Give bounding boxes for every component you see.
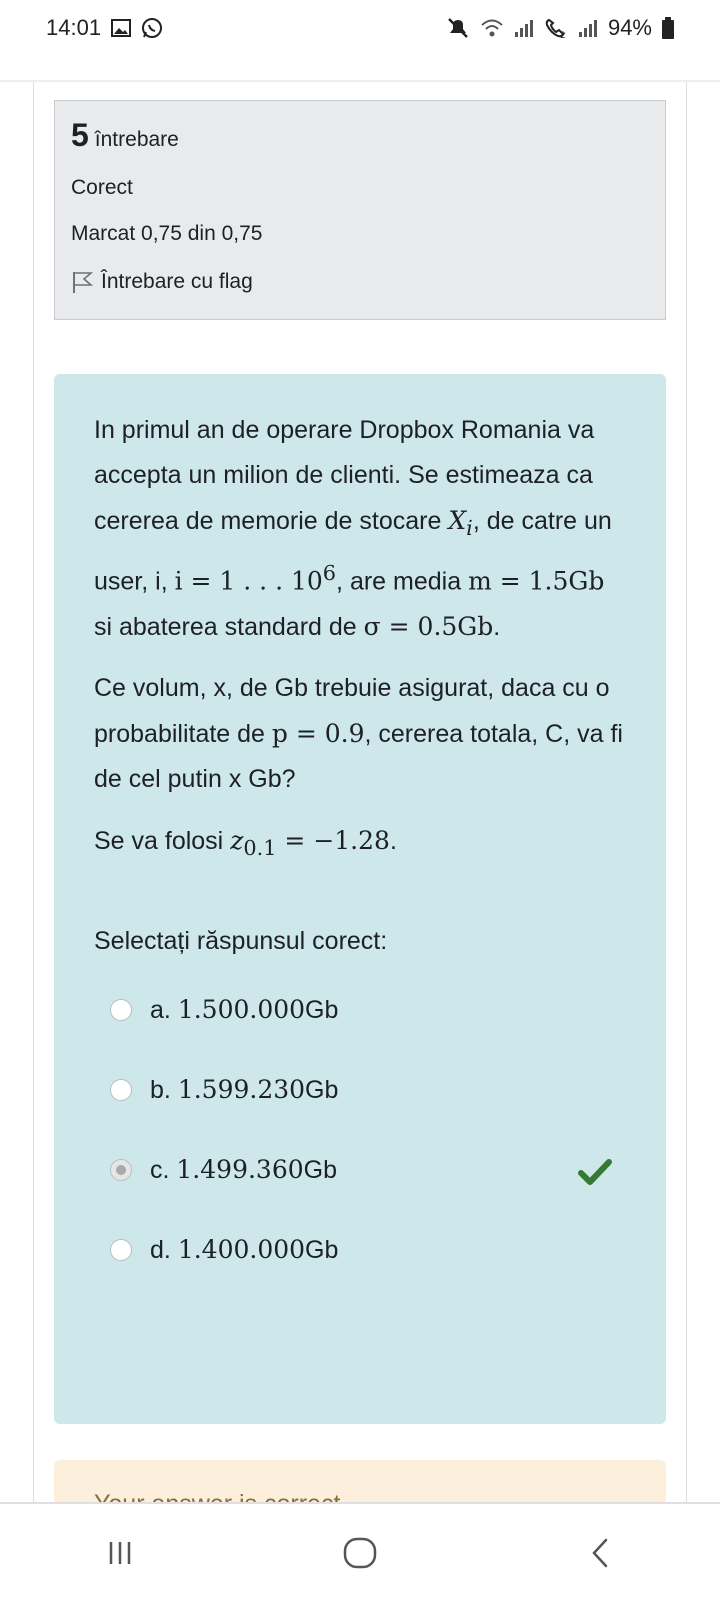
back-icon <box>592 1538 608 1568</box>
q-text-part: Se va folosi <box>94 827 231 856</box>
answer-unit: Gb <box>305 996 339 1025</box>
status-left: 14:01 <box>46 15 163 41</box>
q-text-part: . <box>493 613 501 642</box>
math-mean: m = 1.5Gb <box>468 566 605 596</box>
answer-list: a. 1.500.000Gb b. 1.599.230Gb c. 1.499.3… <box>94 970 626 1290</box>
signal-2-icon <box>578 18 598 38</box>
answer-value: 1.400.000 <box>177 1235 306 1265</box>
q-text-part: si abaterea standard de <box>94 613 364 642</box>
gallery-icon <box>111 19 132 37</box>
mute-icon <box>446 17 470 39</box>
question-content-box: In primul an de operare Dropbox Romania … <box>54 374 666 1424</box>
answer-letter: b. <box>150 1076 171 1105</box>
answer-unit: Gb <box>305 1076 339 1105</box>
flag-icon <box>71 270 93 294</box>
answer-value: 1.499.360 <box>176 1155 304 1185</box>
flag-question-label: Întrebare cu flag <box>101 270 253 293</box>
answer-text: d. 1.400.000Gb <box>150 1227 338 1273</box>
question-number-value: 5 <box>71 117 89 153</box>
math-z-sub: 0.1 <box>243 836 277 861</box>
question-paragraph-1: In primul an de operare Dropbox Romania … <box>94 408 626 650</box>
answer-letter: d. <box>150 1236 171 1265</box>
question-state: Corect <box>71 176 133 199</box>
answer-unit: Gb <box>303 1156 337 1185</box>
radio-button-selected[interactable] <box>110 1159 132 1182</box>
math-z-value: = −1.28 <box>276 826 390 856</box>
radio-button[interactable] <box>110 1239 132 1262</box>
answer-text: a. 1.500.000Gb <box>150 987 338 1033</box>
question-grade: Marcat 0,75 din 0,75 <box>71 222 263 245</box>
answer-letter: a. <box>150 996 171 1025</box>
call-sim2-icon: 2 <box>544 17 568 39</box>
question-paragraph-3: Se va folosi z0.1 = −1.28. <box>94 818 626 871</box>
content-frame-left <box>33 82 34 1502</box>
math-sigma: σ = 0.5Gb <box>363 612 494 642</box>
q-text-part: , are media <box>336 567 469 596</box>
flag-question-button[interactable]: Întrebare cu flag <box>71 270 649 294</box>
question-info-box: 5 întrebare Corect Marcat 0,75 din 0,75 … <box>54 100 666 320</box>
math-probability: p = 0.9 <box>271 719 365 749</box>
answer-option-b[interactable]: b. 1.599.230Gb <box>94 1050 626 1130</box>
answer-option-c[interactable]: c. 1.499.360Gb <box>94 1130 626 1210</box>
answer-text: b. 1.599.230Gb <box>150 1067 338 1113</box>
back-button[interactable] <box>560 1523 640 1583</box>
correct-check-icon <box>578 1156 612 1201</box>
answer-text: c. 1.499.360Gb <box>150 1147 337 1193</box>
q-text-part: . <box>389 827 397 856</box>
answer-unit: Gb <box>305 1236 339 1265</box>
status-right: 2 94% <box>446 15 674 41</box>
status-bar: 14:01 2 94% <box>0 0 720 56</box>
answer-letter: c. <box>150 1156 170 1185</box>
answer-prompt: Selectați răspunsul corect: <box>94 927 388 956</box>
answer-option-d[interactable]: d. 1.400.000Gb <box>94 1210 626 1290</box>
navigation-bar <box>0 1502 720 1602</box>
battery-icon <box>662 17 674 39</box>
question-paragraph-2: Ce volum, x, de Gb trebuie asigurat, dac… <box>94 666 626 802</box>
battery-percentage: 94% <box>607 15 652 40</box>
answer-value: 1.599.230 <box>177 1075 306 1105</box>
recent-apps-icon <box>109 1542 131 1564</box>
radio-button[interactable] <box>110 1079 132 1102</box>
math-sub-i: i <box>466 516 473 540</box>
answer-value: 1.500.000 <box>177 995 306 1025</box>
question-number: 5 întrebare <box>71 117 649 154</box>
answer-option-a[interactable]: a. 1.500.000Gb <box>94 970 626 1050</box>
home-icon <box>343 1537 377 1569</box>
math-z: z <box>230 826 244 856</box>
wifi-icon <box>480 18 504 38</box>
svg-text:2: 2 <box>560 31 566 39</box>
radio-button[interactable] <box>110 999 132 1022</box>
math-exponent: 6 <box>322 561 337 585</box>
math-var-x: X <box>448 506 467 535</box>
content-frame-right <box>686 82 687 1502</box>
clock: 14:01 <box>46 15 102 40</box>
signal-icon <box>514 18 534 38</box>
math-range: i = 1 . . . 10 <box>174 566 323 596</box>
top-divider <box>0 80 720 82</box>
question-text: In primul an de operare Dropbox Romania … <box>94 408 626 871</box>
home-button[interactable] <box>320 1523 400 1583</box>
question-number-label: întrebare <box>94 128 179 151</box>
recent-apps-button[interactable] <box>80 1523 160 1583</box>
whatsapp-icon <box>141 17 163 39</box>
